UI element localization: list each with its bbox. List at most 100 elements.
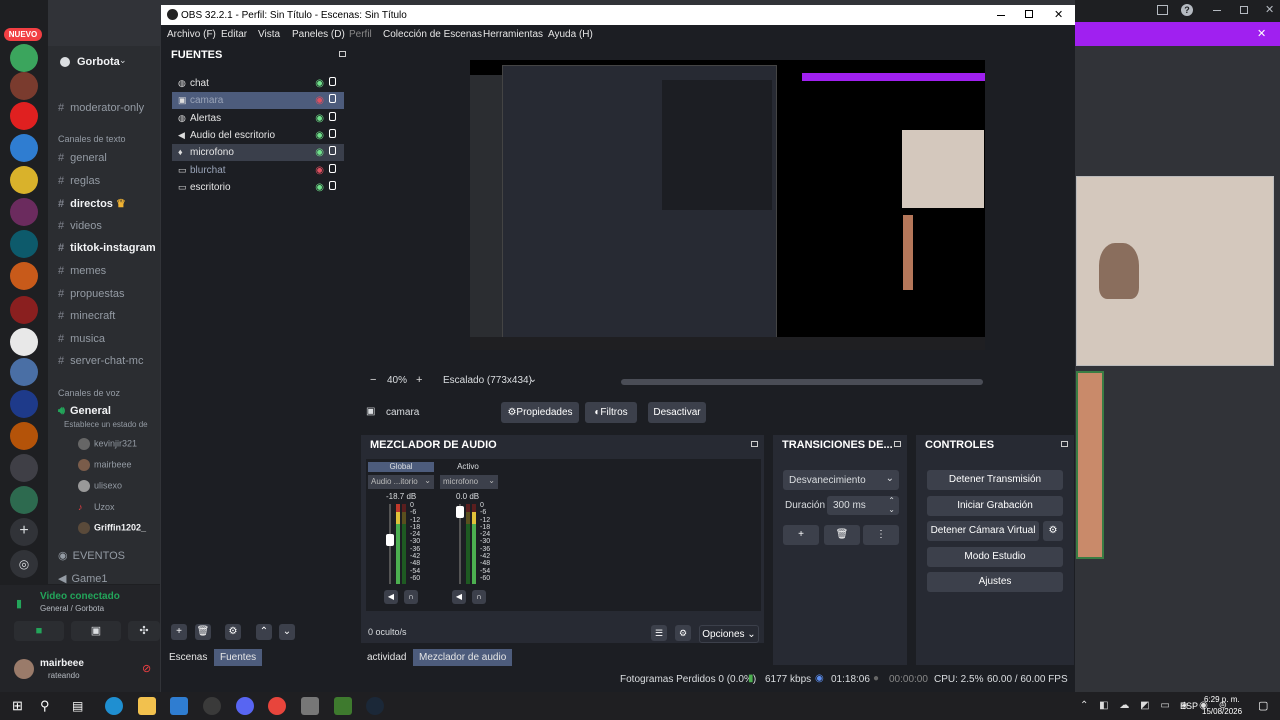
- undock-icon[interactable]: [894, 441, 901, 447]
- settings-button[interactable]: Ajustes: [927, 572, 1063, 592]
- events-channel[interactable]: ◉ EVENTOS: [58, 549, 125, 562]
- menu-paneles[interactable]: Paneles (D): [292, 29, 345, 40]
- undock-icon[interactable]: [339, 51, 346, 57]
- duration-stepper[interactable]: 300 ms ⌃ ⌄: [827, 496, 899, 515]
- menu-vista[interactable]: Vista: [258, 29, 280, 40]
- minecraft-icon[interactable]: [334, 697, 352, 715]
- volume-slider-handle[interactable]: [386, 534, 394, 546]
- eye-icon[interactable]: ◉: [315, 182, 324, 193]
- channel-tiktok-instagram[interactable]: # tiktok-instagram: [58, 242, 156, 254]
- mail-icon[interactable]: [170, 697, 188, 715]
- source-properties-button[interactable]: ⚙: [225, 624, 241, 640]
- channel-musica[interactable]: # musica: [58, 333, 105, 345]
- zoom-in-icon[interactable]: +: [416, 374, 422, 386]
- server-icon[interactable]: [10, 328, 38, 356]
- eye-off-icon[interactable]: ◉: [315, 95, 324, 106]
- mixer-settings-button[interactable]: ⚙: [675, 625, 691, 641]
- preview-canvas[interactable]: [362, 45, 1063, 367]
- lock-icon[interactable]: [329, 112, 336, 121]
- lock-icon[interactable]: [329, 181, 336, 190]
- menu-perfil[interactable]: Perfil: [349, 29, 372, 40]
- mute-button[interactable]: ◀: [452, 590, 466, 604]
- scale-select[interactable]: Escalado (773x434) ⌄: [437, 372, 541, 390]
- add-server-icon[interactable]: +: [10, 518, 38, 546]
- channel-propuestas[interactable]: # propuestas: [58, 288, 125, 300]
- tab-scenes[interactable]: Escenas: [163, 649, 213, 666]
- mute-button[interactable]: ◀: [384, 590, 398, 604]
- remove-source-button[interactable]: 🗑︎: [195, 624, 211, 640]
- explore-icon[interactable]: ◎: [10, 550, 38, 578]
- chrome-icon[interactable]: [268, 697, 286, 715]
- volume-slider-track[interactable]: [456, 504, 464, 584]
- studio-mode-button[interactable]: Modo Estudio: [927, 547, 1063, 567]
- clock-date[interactable]: 15/08/2026: [1202, 707, 1242, 716]
- stop-virtual-camera-button[interactable]: Detener Cámara Virtual: [927, 521, 1039, 541]
- transition-menu-button[interactable]: ⋮: [863, 525, 899, 545]
- category-voice[interactable]: Canales de voz: [58, 388, 120, 398]
- monitor-button[interactable]: ∩: [472, 590, 486, 604]
- source-item[interactable]: ◀ Audio del escritorio ◉: [172, 127, 344, 144]
- avatar[interactable]: [14, 659, 34, 679]
- start-icon[interactable]: ⊞: [12, 697, 30, 715]
- eye-icon[interactable]: ◉: [315, 130, 324, 141]
- task-view-icon[interactable]: ▤: [72, 697, 90, 715]
- source-item[interactable]: ♦ microfono ◉: [172, 144, 344, 161]
- server-icon[interactable]: [10, 72, 38, 100]
- lock-icon[interactable]: [329, 146, 336, 155]
- activities-button[interactable]: ✣: [128, 621, 160, 641]
- category-text[interactable]: Canales de texto: [58, 134, 126, 144]
- server-icon[interactable]: [10, 198, 38, 226]
- server-icon[interactable]: [10, 454, 38, 482]
- source-item[interactable]: ▭ blurchat ◉: [172, 162, 344, 179]
- minimize-icon[interactable]: [1213, 10, 1221, 11]
- properties-button[interactable]: ⚙Propiedades: [501, 402, 579, 423]
- server-header[interactable]: Gorbota ⌄: [48, 46, 160, 78]
- channel-server-chat-mc[interactable]: # server-chat-mc: [58, 355, 143, 367]
- lock-icon[interactable]: [329, 94, 336, 103]
- channel-general[interactable]: # general: [58, 152, 107, 164]
- server-icon[interactable]: [10, 422, 38, 450]
- mixer-menu-button[interactable]: ☰: [651, 625, 667, 641]
- menu-archivo[interactable]: Archivo (F): [167, 29, 216, 40]
- tab-sources[interactable]: Fuentes: [214, 649, 263, 666]
- tab-activity[interactable]: actividad: [361, 649, 412, 666]
- menu-editar[interactable]: Editar: [221, 29, 247, 40]
- server-icon[interactable]: [10, 390, 38, 418]
- volume-slider-track[interactable]: [386, 504, 394, 584]
- add-transition-button[interactable]: +: [783, 525, 819, 545]
- server-icon[interactable]: [10, 134, 38, 162]
- preview-scrollbar[interactable]: [621, 379, 983, 385]
- menu-coleccion[interactable]: Colección de Escenas: [383, 29, 482, 40]
- help-icon[interactable]: ?: [1181, 4, 1193, 16]
- inbox-icon[interactable]: [1157, 5, 1168, 15]
- filters-button[interactable]: ◐Filtros: [585, 402, 637, 423]
- close-icon[interactable]: ✕: [1054, 8, 1063, 21]
- voice-channel-general[interactable]: 🔊︎ General: [58, 405, 111, 418]
- banner-close-icon[interactable]: ✕: [1257, 27, 1266, 40]
- zoom-out-icon[interactable]: −: [370, 374, 376, 386]
- discord-icon[interactable]: [236, 697, 254, 715]
- lock-icon[interactable]: [329, 129, 336, 138]
- menu-herramientas[interactable]: Herramientas: [483, 29, 543, 40]
- server-icon[interactable]: [10, 262, 38, 290]
- server-icon[interactable]: [10, 230, 38, 258]
- mixer-options-button[interactable]: Opciones ⌄: [699, 625, 759, 643]
- device-select[interactable]: microfono ⌄: [440, 475, 498, 489]
- transition-select[interactable]: Desvanecimiento ⌄: [783, 470, 899, 490]
- app-icon[interactable]: [301, 697, 319, 715]
- move-up-button[interactable]: ⌃: [256, 624, 272, 640]
- channel-memes[interactable]: # memes: [58, 265, 106, 277]
- nuevo-badge[interactable]: NUEVO: [4, 28, 42, 41]
- move-down-button[interactable]: ⌄: [279, 624, 295, 640]
- source-item[interactable]: ◍ Alertas ◉: [172, 110, 344, 127]
- source-item[interactable]: ◍ chat ◉: [172, 75, 344, 92]
- obs-icon[interactable]: [203, 697, 221, 715]
- start-recording-button[interactable]: Iniciar Grabación: [927, 496, 1063, 516]
- steam-icon[interactable]: [366, 697, 384, 715]
- stop-streaming-button[interactable]: Detener Transmisión: [927, 470, 1063, 490]
- server-icon[interactable]: [10, 102, 38, 130]
- voice-member[interactable]: kevinjir321: [78, 438, 137, 450]
- deactivate-button[interactable]: Desactivar: [648, 402, 706, 423]
- tab-audio-mixer[interactable]: Mezclador de audio: [413, 649, 513, 666]
- lock-icon[interactable]: [329, 77, 336, 86]
